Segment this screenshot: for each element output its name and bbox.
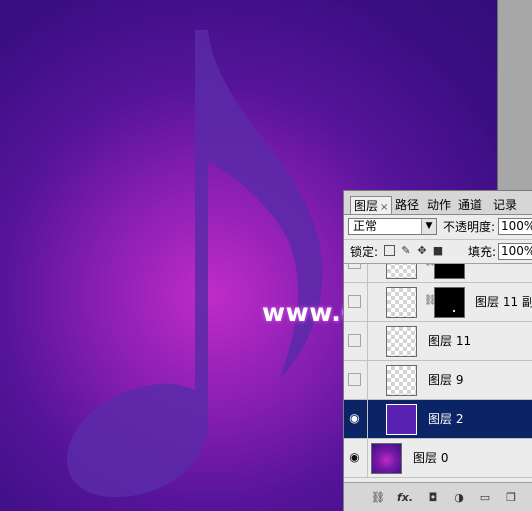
mask-icon[interactable]: ◘ bbox=[426, 491, 440, 505]
layer-name: 图层 11 副本 bbox=[475, 295, 532, 309]
layer-thumbnail bbox=[386, 365, 417, 396]
layer-name: 图层 11 bbox=[428, 334, 472, 348]
layer-name: 图层 2 bbox=[428, 412, 464, 426]
layer-row-partial[interactable]: ⛓ bbox=[344, 264, 532, 283]
row-divider bbox=[367, 283, 368, 322]
opacity-field[interactable]: 100% bbox=[498, 218, 532, 235]
mask-dot bbox=[453, 310, 455, 312]
fill-field[interactable]: 100% bbox=[498, 243, 532, 260]
close-icon[interactable]: × bbox=[380, 202, 388, 213]
layer-row[interactable]: 图层 11 bbox=[344, 322, 532, 361]
layer-row[interactable]: 图层 9 bbox=[344, 361, 532, 400]
lock-transparency-icon[interactable] bbox=[384, 245, 395, 256]
lock-label: 锁定: bbox=[350, 245, 379, 259]
layer-row-selected[interactable]: ◉ 图层 2 bbox=[344, 400, 532, 439]
panel-tabs: 图层 × 路径 动作 通道 记录 bbox=[344, 196, 532, 215]
fx-icon[interactable]: fx. bbox=[396, 491, 414, 505]
layer-thumbnail bbox=[371, 443, 402, 474]
visibility-toggle[interactable] bbox=[348, 373, 361, 386]
layer-mask-thumbnail bbox=[434, 264, 465, 279]
visibility-toggle[interactable] bbox=[348, 334, 361, 347]
lock-brush-icon[interactable]: ✎ bbox=[400, 245, 412, 257]
layers-list[interactable]: ⛓ ⛓ 图层 11 副本 图层 11 图层 9 ◉ 图层 2 bbox=[344, 263, 532, 483]
chevron-down-icon[interactable]: ▼ bbox=[421, 219, 436, 234]
visibility-toggle[interactable] bbox=[348, 295, 361, 308]
blend-mode-select[interactable]: 正常 ▼ bbox=[348, 218, 437, 235]
tab-channels[interactable]: 通道 bbox=[455, 196, 485, 214]
tab-layers[interactable]: 图层 × bbox=[350, 196, 393, 215]
tab-history[interactable]: 记录 bbox=[490, 196, 520, 214]
blend-mode-value: 正常 bbox=[353, 219, 378, 233]
eye-icon[interactable]: ◉ bbox=[348, 451, 361, 464]
layer-name: 图层 9 bbox=[428, 373, 464, 387]
eye-icon[interactable]: ◉ bbox=[348, 412, 361, 425]
layer-thumbnail bbox=[386, 287, 417, 318]
panel-bottom-bar: ⛓ fx. ◘ ◑ ▭ ❐ bbox=[344, 482, 532, 511]
link-icon[interactable]: ⛓ bbox=[370, 491, 386, 505]
new-layer-icon[interactable]: ❐ bbox=[504, 491, 518, 505]
group-icon[interactable]: ▭ bbox=[478, 491, 492, 505]
adjustment-icon[interactable]: ◑ bbox=[452, 491, 466, 505]
layer-thumbnail bbox=[386, 326, 417, 357]
row-divider bbox=[367, 439, 368, 478]
layer-thumbnail bbox=[386, 404, 417, 435]
layer-row[interactable]: ⛓ 图层 11 副本 bbox=[344, 283, 532, 322]
tab-actions[interactable]: 动作 bbox=[424, 196, 454, 214]
visibility-toggle[interactable] bbox=[348, 264, 361, 269]
layer-mask-thumbnail bbox=[434, 287, 465, 318]
fill-label: 填充: bbox=[468, 245, 497, 259]
lock-move-icon[interactable]: ✥ bbox=[416, 245, 428, 257]
tab-paths[interactable]: 路径 bbox=[392, 196, 422, 214]
layer-row[interactable]: ◉ 图层 0 bbox=[344, 439, 532, 478]
lock-row: 锁定: ✎ ✥ ■ 填充: 100% bbox=[344, 239, 532, 264]
layer-thumbnail bbox=[386, 264, 417, 279]
layer-name: 图层 0 bbox=[413, 451, 449, 465]
lock-all-icon[interactable]: ■ bbox=[432, 245, 444, 257]
row-divider bbox=[367, 264, 368, 283]
blend-row: 正常 ▼ 不透明度: 100% bbox=[344, 215, 532, 239]
opacity-label: 不透明度: bbox=[443, 220, 496, 234]
row-divider bbox=[367, 361, 368, 400]
layers-panel: 图层 × 路径 动作 通道 记录 正常 ▼ 不透明度: 100% 锁定: ✎ ✥ … bbox=[343, 190, 532, 511]
row-divider bbox=[367, 322, 368, 361]
row-divider bbox=[367, 400, 368, 439]
